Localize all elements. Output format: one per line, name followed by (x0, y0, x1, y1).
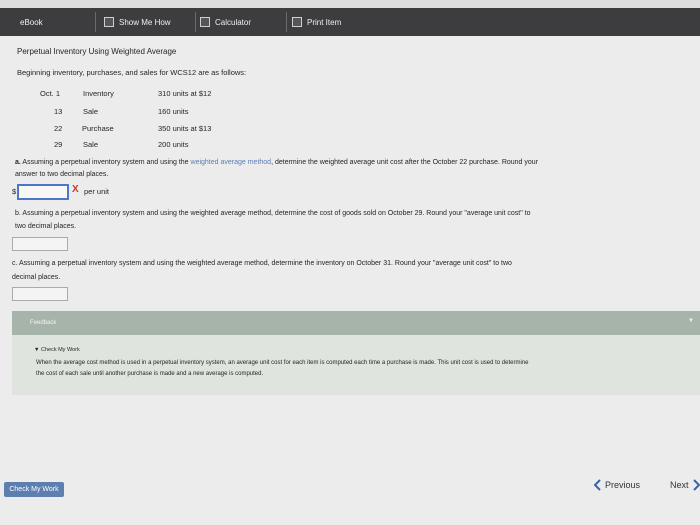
print-icon (292, 17, 302, 27)
part-c-answer-input[interactable] (12, 287, 68, 301)
part-b-question-line2: two decimal places. (15, 223, 77, 230)
row-type: Sale (83, 107, 99, 116)
row-date: Oct. 1 (40, 89, 61, 98)
video-icon (104, 17, 114, 27)
calculator-button[interactable]: Calculator (200, 8, 251, 36)
toolbar-divider (95, 12, 96, 32)
feedback-header[interactable]: Feedback ▼ (12, 311, 700, 335)
row-date: 22 (54, 124, 63, 133)
part-a-question-line2: answer to two decimal places. (15, 171, 109, 178)
previous-label: Previous (605, 480, 641, 490)
row-detail: 160 units (158, 107, 189, 116)
print-item-button[interactable]: Print Item (292, 8, 341, 36)
check-my-work-button-label: Check My Work (9, 486, 59, 493)
incorrect-icon: X (72, 184, 79, 195)
row-type: Purchase (82, 124, 114, 133)
row-detail: 350 units at $13 (158, 124, 212, 133)
feedback-text-line2: the cost of each sale until another purc… (36, 371, 264, 377)
part-a-label: a. (15, 159, 21, 166)
part-a-answer-input[interactable] (17, 184, 69, 200)
row-detail: 310 units at $12 (158, 89, 212, 98)
previous-button[interactable]: Previous (594, 479, 640, 491)
feedback-heading: Feedback (30, 320, 57, 326)
part-c-question: c. Assuming a perpetual inventory system… (12, 260, 512, 267)
problem-title: Perpetual Inventory Using Weighted Avera… (17, 47, 177, 56)
toolbar-divider (286, 12, 287, 32)
show-me-how-label: Show Me How (119, 17, 171, 27)
row-type: Inventory (83, 89, 114, 98)
feedback-panel: Feedback ▼ ▼ Check My Work When the aver… (12, 311, 700, 395)
part-a-question: a. Assuming a perpetual inventory system… (15, 159, 538, 166)
chevron-right-icon (692, 479, 700, 491)
part-a-text: Assuming a perpetual inventory system an… (22, 159, 189, 166)
problem-intro: Beginning inventory, purchases, and sale… (17, 68, 247, 77)
row-type: Sale (83, 140, 99, 149)
calculator-icon (200, 17, 210, 27)
feedback-text: When the average cost method is used in … (36, 360, 529, 366)
part-b-answer-input[interactable] (12, 237, 68, 251)
ebook-label: eBook (20, 17, 43, 27)
collapse-icon[interactable]: ▼ (688, 318, 694, 324)
part-a-text-after: , determine the weighted average unit co… (271, 159, 539, 166)
problem-content: Perpetual Inventory Using Weighted Avera… (0, 36, 700, 525)
row-date: 13 (54, 107, 63, 116)
part-c-question-line2: decimal places. (12, 274, 61, 281)
per-unit-label: per unit (84, 187, 110, 196)
weighted-average-link[interactable]: weighted average method (191, 159, 272, 166)
show-me-how-button[interactable]: Show Me How (104, 8, 171, 36)
print-item-label: Print Item (307, 17, 342, 27)
check-my-work-label: Check My Work (40, 347, 80, 353)
calculator-label: Calculator (215, 17, 252, 27)
row-date: 29 (54, 140, 63, 149)
currency-symbol: $ (12, 187, 17, 196)
row-detail: 200 units (158, 140, 189, 149)
part-b-question: b. Assuming a perpetual inventory system… (15, 210, 531, 217)
check-my-work-button[interactable]: Check My Work (4, 482, 64, 497)
top-toolbar: eBook Show Me How Calculator Print Item (0, 8, 700, 36)
ebook-link[interactable]: eBook (20, 8, 43, 36)
chevron-left-icon (594, 479, 601, 491)
check-my-work-toggle[interactable]: ▼ Check My Work (34, 347, 80, 353)
toolbar-divider (195, 12, 196, 32)
next-button[interactable]: Next (670, 479, 700, 491)
next-label: Next (670, 480, 689, 490)
